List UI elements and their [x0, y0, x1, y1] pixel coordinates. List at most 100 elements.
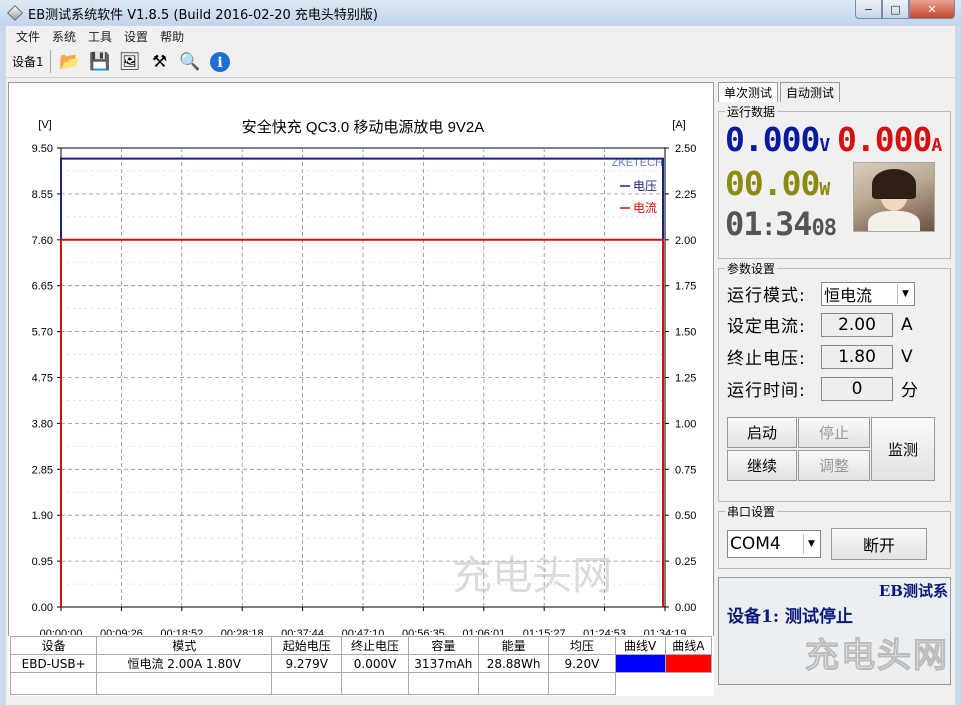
port-select[interactable]: COM4 ▼	[727, 530, 821, 558]
summary-header-2: 起始电压	[271, 636, 343, 655]
power-unit: W	[819, 179, 830, 200]
y-left-tick-label: 4.75	[32, 373, 53, 385]
search-icon[interactable]: 🔍	[177, 49, 203, 75]
time-minutes: 34	[774, 205, 813, 243]
x-tick-label: 01:06:01	[462, 628, 505, 635]
y-right-tick-label: 2.50	[675, 143, 696, 155]
time-unit-label: 分	[901, 381, 918, 401]
summary-cell-2: 9.279V	[271, 654, 343, 673]
chart-watermark-logo: 充电头网	[452, 554, 612, 598]
app-icon	[7, 5, 23, 21]
x-tick-label: 01:34:19	[644, 628, 687, 635]
time-input[interactable]: 0	[821, 376, 893, 401]
tab-auto-test[interactable]: 自动测试	[780, 82, 841, 102]
summary-header-4: 容量	[407, 636, 479, 655]
tools-icon[interactable]: ⚒	[147, 49, 173, 75]
params-group: 参数设置 运行模式: 恒电流 ▼ 设定电流: 2.00 A 终止电压: 1.80…	[718, 260, 951, 502]
summary-cell-7	[614, 654, 666, 673]
menu-system[interactable]: 系统	[46, 28, 82, 45]
chevron-down-icon[interactable]: ▼	[897, 283, 913, 304]
x-tick-label: 00:47:10	[342, 628, 385, 635]
summary-header-5: 能量	[477, 636, 550, 655]
current-unit: A	[931, 135, 942, 156]
mode-value: 恒电流	[824, 285, 873, 305]
user-photo	[853, 162, 935, 232]
minimize-button[interactable]: −	[855, 0, 882, 19]
svg-text:i: i	[217, 55, 222, 71]
save-icon[interactable]: 💾	[87, 49, 113, 75]
y-left-tick-label: 6.65	[32, 281, 53, 293]
summary-cell-4: 3137mAh	[407, 654, 479, 673]
start-button[interactable]: 启动	[727, 417, 797, 448]
menu-file[interactable]: 文件	[10, 28, 46, 45]
tab-single-test[interactable]: 单次测试	[718, 82, 779, 102]
adjust-button[interactable]: 调整	[798, 450, 870, 481]
power-value: 00.00	[725, 164, 820, 203]
summary-panel: 设备 模式 起始电压 终止电压 容量 能量 均压 曲线V 曲线A EBD-USB+ 恒电流 2.0…	[8, 636, 714, 696]
x-tick-label: 00:37:44	[281, 628, 324, 635]
summary-header-3: 终止电压	[341, 636, 409, 655]
x-tick-label: 00:56:35	[402, 628, 445, 635]
status-message: 设备1: 测试停止	[727, 607, 854, 627]
menu-settings[interactable]: 设置	[118, 28, 154, 45]
current-row: 设定电流: 2.00 A	[727, 312, 913, 337]
menu-bar: 文件 系统 工具 设置 帮助	[6, 26, 955, 46]
x-tick-label: 01:15:27	[523, 628, 566, 635]
y-right-tick-label: 1.25	[675, 373, 696, 385]
y-left-tick-label: 9.50	[32, 143, 53, 155]
summary-header-7: 曲线V	[614, 636, 666, 655]
stop-button[interactable]: 停止	[798, 417, 870, 448]
menu-help[interactable]: 帮助	[154, 28, 190, 45]
time-display: 01:3408	[725, 205, 837, 243]
y-left-tick-label: 8.55	[32, 189, 53, 201]
time-label: 运行时间:	[727, 381, 806, 401]
y-left-tick-label: 1.90	[32, 510, 53, 522]
voltage-input[interactable]: 1.80	[821, 344, 893, 369]
current-label: 设定电流:	[727, 317, 806, 337]
y-right-tick-label: 0.50	[675, 510, 696, 522]
y-right-tick-label: 0.75	[675, 464, 696, 476]
test-tabs: 单次测试 自动测试	[718, 82, 951, 102]
y-left-axis-label: [V]	[38, 119, 51, 131]
y-right-tick-label: 0.25	[675, 556, 696, 568]
menu-tools[interactable]: 工具	[82, 28, 118, 45]
image-icon[interactable]: 🖼	[117, 49, 143, 75]
discharge-chart: 9.50 8.55 7.60 6.65 5.70 4.75 3.80 2.85 1.90 0.95…	[32, 118, 697, 635]
params-title: 参数设置	[725, 260, 778, 277]
summary-header-0: 设备	[9, 636, 98, 655]
info-icon[interactable]: i	[207, 49, 233, 75]
monitor-button[interactable]: 监测	[871, 417, 935, 481]
chevron-down-icon[interactable]: ▼	[803, 534, 819, 554]
chart-panel: 9.50 8.55 7.60 6.65 5.70 4.75 3.80 2.85 1.90 0.95…	[8, 82, 714, 650]
serial-title: 串口设置	[725, 503, 778, 520]
legend-label-0: 电压	[633, 179, 657, 193]
y-right-tick-label: 1.75	[675, 281, 696, 293]
time-hours: 01	[725, 205, 763, 243]
time-colon: :	[761, 213, 776, 241]
close-button[interactable]: ✕	[909, 0, 955, 19]
device-tab[interactable]: 设备1	[6, 50, 51, 73]
continue-button[interactable]: 继续	[727, 450, 797, 481]
maximize-button[interactable]: □	[882, 0, 909, 19]
current-input[interactable]: 2.00	[821, 312, 893, 337]
serial-group: 串口设置 COM4 ▼ 断开	[718, 503, 951, 569]
summary-header-8: 曲线A	[664, 636, 713, 655]
control-buttons: 启动 停止 监测 继续 调整	[727, 417, 935, 481]
mode-select[interactable]: 恒电流 ▼	[821, 281, 915, 306]
y-right-tick-label: 0.00	[675, 602, 696, 614]
disconnect-button[interactable]: 断开	[831, 528, 927, 560]
summary-cell-5: 28.88Wh	[477, 654, 550, 673]
voltage-label: 终止电压:	[727, 349, 806, 369]
current-display: 0.000A	[837, 120, 942, 159]
y-left-tick-label: 0.95	[32, 556, 53, 568]
y-left-tick-label: 3.80	[32, 418, 53, 430]
time-seconds: 08	[811, 216, 837, 241]
y-left-tick-label: 7.60	[32, 235, 53, 247]
summary-cell-8	[664, 654, 713, 673]
voltage-unit-label: V	[901, 346, 913, 367]
open-folder-icon[interactable]: 📂	[57, 49, 83, 75]
x-tick-label: 00:18:52	[160, 628, 203, 635]
run-data-group: 运行数据 0.000V 0.000A 00.00W 01:3408	[718, 103, 951, 259]
mode-label: 运行模式:	[727, 286, 806, 306]
y-left-tick-label: 2.85	[32, 464, 53, 476]
